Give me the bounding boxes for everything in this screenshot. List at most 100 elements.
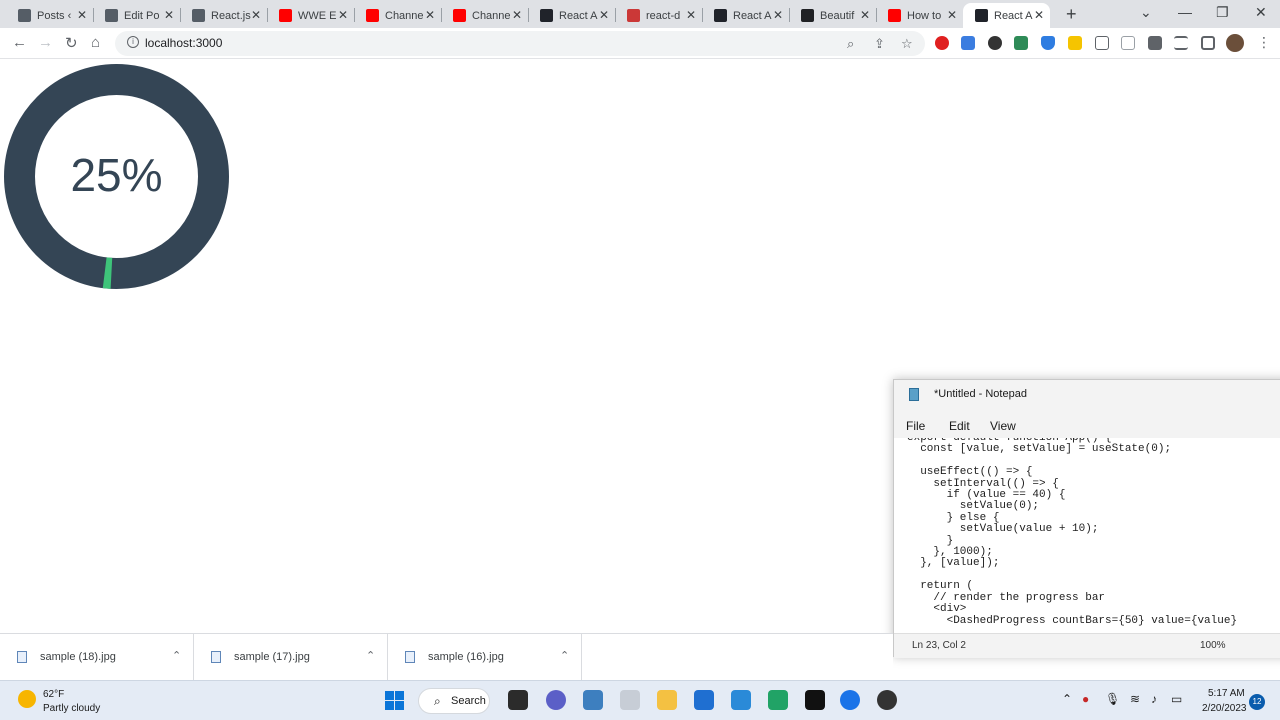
- battery-icon[interactable]: ▭: [1171, 692, 1182, 706]
- chevron-up-icon[interactable]: ⌃: [172, 649, 181, 662]
- extension-icon[interactable]: [1014, 36, 1028, 50]
- youtube-icon: [366, 9, 379, 22]
- download-filename[interactable]: sample (17).jpg: [234, 651, 310, 663]
- minimize-button[interactable]: —: [1178, 4, 1192, 20]
- download-item[interactable]: sample (17).jpg ⌃: [194, 634, 388, 681]
- notepad-code[interactable]: export default function App() { const [v…: [907, 438, 1237, 627]
- address-bar[interactable]: i localhost:3000 ⌕ ⇪ ☆: [115, 31, 925, 56]
- close-tab-icon[interactable]: ✕: [1034, 8, 1044, 22]
- browser-tab[interactable]: WWE E ✕: [267, 3, 354, 28]
- browser-tab-strip: + ⌄ — ❐ ✕ Posts ‹ ✕ Edit Po ✕ React.js ✕ WWE …: [0, 0, 1280, 28]
- close-window-button[interactable]: ✕: [1255, 4, 1267, 21]
- browser-tab[interactable]: Beautif ✕: [789, 3, 876, 28]
- task-view-icon[interactable]: [508, 690, 528, 710]
- reload-button[interactable]: ↻: [65, 34, 78, 52]
- reading-list-icon[interactable]: [1174, 36, 1188, 50]
- snipping-tool-icon[interactable]: [620, 690, 640, 710]
- weather-description[interactable]: Partly cloudy: [43, 703, 100, 714]
- extension-icon[interactable]: [961, 36, 975, 50]
- close-tab-icon[interactable]: ✕: [512, 8, 522, 22]
- extension-icon[interactable]: [1121, 36, 1135, 50]
- address-bar-url[interactable]: localhost:3000: [145, 36, 222, 50]
- wifi-icon[interactable]: ≋: [1130, 692, 1140, 706]
- bookmark-star-icon[interactable]: ☆: [901, 36, 913, 52]
- browser-tab[interactable]: React A ✕: [528, 3, 615, 28]
- vscode-icon[interactable]: [731, 690, 751, 710]
- browser-tab[interactable]: React A ✕: [963, 3, 1050, 28]
- profile-avatar[interactable]: [1226, 34, 1244, 52]
- extension-icon[interactable]: [1095, 36, 1109, 50]
- tray-app-icon[interactable]: ●: [1082, 692, 1089, 706]
- microphone-icon[interactable]: 🎙: [1105, 692, 1120, 706]
- chevron-up-icon[interactable]: ⌃: [366, 649, 375, 662]
- puzzle-extensions-icon[interactable]: [1148, 36, 1162, 50]
- browser-tab[interactable]: react-d ✕: [615, 3, 702, 28]
- volume-icon[interactable]: ♪: [1151, 692, 1157, 706]
- shield-extension-icon[interactable]: [1041, 36, 1055, 50]
- browser-tab[interactable]: Channe ✕: [441, 3, 528, 28]
- download-item[interactable]: sample (18).jpg ⌃: [0, 634, 194, 681]
- extension-icon[interactable]: [988, 36, 1002, 50]
- close-tab-icon[interactable]: ✕: [164, 8, 174, 22]
- zoom-icon[interactable]: ⌕: [847, 36, 854, 52]
- terminal-icon[interactable]: [805, 690, 825, 710]
- chrome-menu-icon[interactable]: ⋮: [1257, 34, 1271, 51]
- notepad-taskbar-icon[interactable]: [768, 690, 788, 710]
- close-tab-icon[interactable]: ✕: [251, 8, 261, 22]
- notepad-window[interactable]: *Untitled - Notepad File Edit View expor…: [893, 379, 1280, 658]
- notepad-titlebar[interactable]: *Untitled - Notepad: [894, 380, 1280, 410]
- microsoft-store-icon[interactable]: [694, 690, 714, 710]
- close-tab-icon[interactable]: ✕: [686, 8, 696, 22]
- extension-icon[interactable]: [1068, 36, 1082, 50]
- menu-view[interactable]: View: [990, 419, 1016, 433]
- close-tab-icon[interactable]: ✕: [338, 8, 348, 22]
- browser-tab[interactable]: Posts ‹ ✕: [6, 3, 93, 28]
- clock-date[interactable]: 2/20/2023: [1202, 703, 1247, 714]
- image-file-icon: [17, 651, 27, 663]
- menu-file[interactable]: File: [906, 419, 925, 433]
- taskbar-search[interactable]: ⌕ Search: [418, 688, 490, 714]
- close-tab-icon[interactable]: ✕: [599, 8, 609, 22]
- weather-temperature[interactable]: 62°F: [43, 689, 64, 700]
- chrome-icon[interactable]: [840, 690, 860, 710]
- close-tab-icon[interactable]: ✕: [947, 8, 957, 22]
- browser-tab[interactable]: Channe ✕: [354, 3, 441, 28]
- new-tab-button[interactable]: +: [1066, 4, 1077, 25]
- home-button[interactable]: ⌂: [91, 34, 100, 51]
- site-info-icon[interactable]: i: [127, 36, 139, 48]
- opera-extension-icon[interactable]: [935, 36, 949, 50]
- chevron-up-icon[interactable]: ⌃: [560, 649, 569, 662]
- close-tab-icon[interactable]: ✕: [860, 8, 870, 22]
- download-filename[interactable]: sample (18).jpg: [40, 651, 116, 663]
- close-tab-icon[interactable]: ✕: [425, 8, 435, 22]
- obs-icon[interactable]: [877, 690, 897, 710]
- file-explorer-icon[interactable]: [657, 690, 677, 710]
- back-button[interactable]: ←: [12, 34, 27, 51]
- wordpress-icon: [192, 9, 205, 22]
- forward-button[interactable]: →: [38, 34, 53, 51]
- browser-toolbar: ← → ↻ ⌂ i localhost:3000 ⌕ ⇪ ☆: [0, 28, 1280, 59]
- close-tab-icon[interactable]: ✕: [773, 8, 783, 22]
- browser-tab[interactable]: React A ✕: [702, 3, 789, 28]
- browser-tab[interactable]: Edit Po ✕: [93, 3, 180, 28]
- notification-badge[interactable]: 12: [1249, 694, 1265, 710]
- maximize-button[interactable]: ❐: [1216, 4, 1229, 21]
- notepad-text-area[interactable]: export default function App() { const [v…: [894, 438, 1280, 632]
- clock-time[interactable]: 5:17 AM: [1208, 688, 1245, 699]
- tab-search-chevron-icon[interactable]: ⌄: [1140, 4, 1152, 21]
- menu-edit[interactable]: Edit: [949, 419, 970, 433]
- filezilla-icon[interactable]: [583, 690, 603, 710]
- browser-tab[interactable]: How to ✕: [876, 3, 963, 28]
- share-icon[interactable]: ⇪: [874, 36, 885, 52]
- side-panel-icon[interactable]: [1201, 36, 1215, 50]
- chat-icon[interactable]: [546, 690, 566, 710]
- weather-partly-cloudy-icon[interactable]: [18, 690, 36, 708]
- download-filename[interactable]: sample (16).jpg: [428, 651, 504, 663]
- close-tab-icon[interactable]: ✕: [77, 8, 87, 22]
- bookmark-icon: [801, 9, 814, 22]
- chevron-up-icon[interactable]: ⌃: [1062, 692, 1072, 706]
- search-icon: ⌕: [434, 694, 441, 708]
- download-item[interactable]: sample (16).jpg ⌃: [388, 634, 582, 681]
- start-button[interactable]: [385, 691, 404, 710]
- browser-tab[interactable]: React.js ✕: [180, 3, 267, 28]
